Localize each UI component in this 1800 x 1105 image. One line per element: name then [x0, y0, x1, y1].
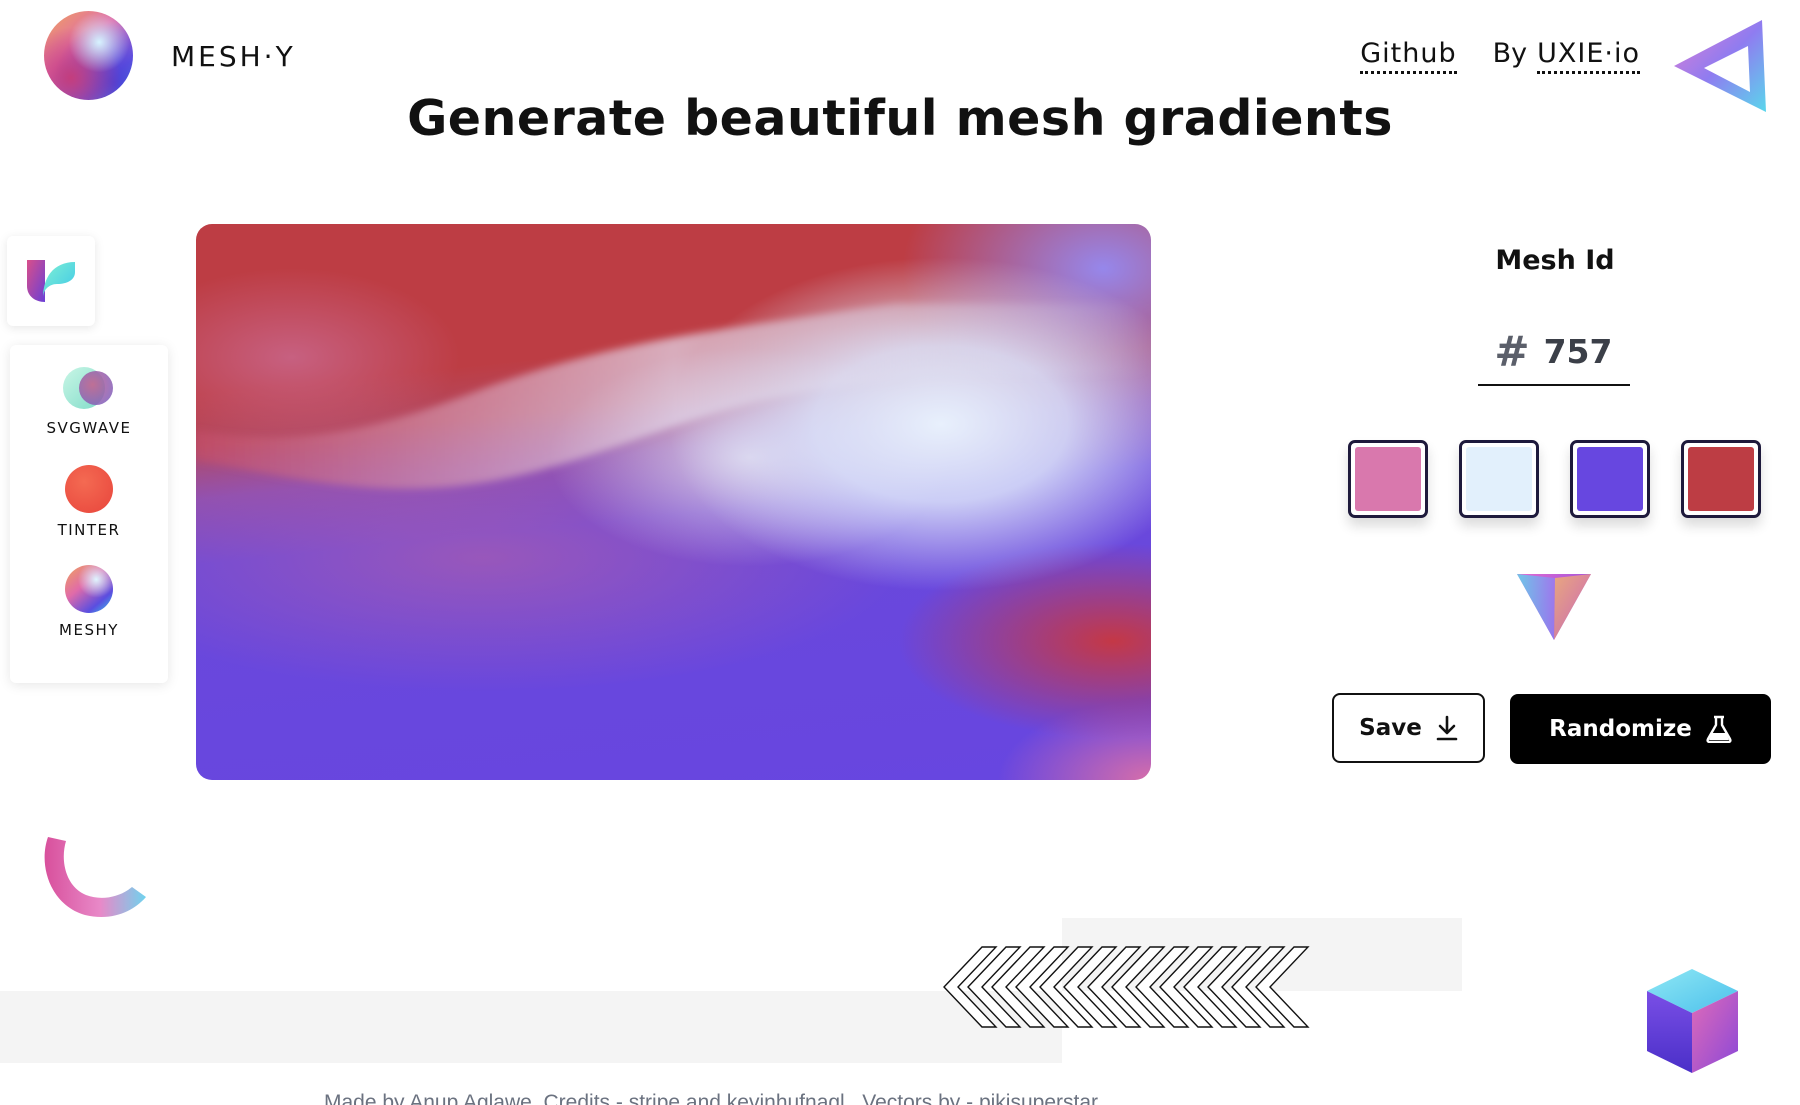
- svgwave-icon: [63, 365, 115, 411]
- footer-and: and: [685, 1091, 721, 1105]
- color-swatches: [1348, 440, 1761, 518]
- github-link[interactable]: Github: [1360, 38, 1457, 74]
- brand-name: MESH·Y: [171, 40, 296, 73]
- kevinhufnagl-link[interactable]: kevinhufnagl: [727, 1091, 845, 1105]
- flask-icon: [1706, 715, 1732, 743]
- swatch-fill-1: [1355, 447, 1421, 511]
- color-swatch-3[interactable]: [1570, 440, 1650, 518]
- menu-item-svgwave[interactable]: SVGWAVE: [10, 365, 168, 437]
- download-icon: [1436, 715, 1458, 741]
- swatch-fill-2: [1466, 447, 1532, 511]
- app-logo-icon: [27, 260, 75, 302]
- swatch-fill-4: [1688, 447, 1754, 511]
- save-label: Save: [1359, 715, 1422, 741]
- author-link[interactable]: Anup Aglawe: [409, 1091, 532, 1105]
- stripe-link[interactable]: stripe: [629, 1091, 680, 1105]
- mesh-id-input[interactable]: [1543, 331, 1614, 371]
- chevron-pattern-decoration: [943, 946, 1310, 1028]
- cube-decoration-icon: [1647, 969, 1738, 1073]
- app-switcher-tile[interactable]: [7, 236, 95, 326]
- mesh-id-field: #: [1478, 318, 1630, 386]
- save-button[interactable]: Save: [1332, 693, 1485, 763]
- meshy-logo[interactable]: [44, 11, 133, 100]
- color-swatch-4[interactable]: [1681, 440, 1761, 518]
- vectors-credit-link[interactable]: Vectors by - pikisuperstar: [862, 1091, 1098, 1105]
- menu-label-svgwave: SVGWAVE: [46, 419, 132, 437]
- footer-credits: . Credits -: [531, 1091, 623, 1105]
- by-prefix: By: [1492, 38, 1528, 69]
- color-swatch-2[interactable]: [1459, 440, 1539, 518]
- gem-decoration-icon: [1517, 574, 1591, 640]
- meshy-icon: [65, 565, 113, 613]
- page-headline: Generate beautiful mesh gradients: [407, 90, 1393, 147]
- app-menu: SVGWAVE TINTER MESHY: [10, 345, 168, 683]
- color-swatch-1[interactable]: [1348, 440, 1428, 518]
- decor-band-left: [0, 991, 1062, 1063]
- mesh-id-label: Mesh Id: [1495, 245, 1615, 276]
- mesh-wave-overlay: [196, 304, 1151, 489]
- arc-decoration-icon: [44, 837, 147, 917]
- footer-made-by: Made by: [324, 1091, 405, 1105]
- randomize-label: Randomize: [1549, 716, 1692, 742]
- menu-item-tinter[interactable]: TINTER: [10, 465, 168, 539]
- footer: Made by Anup Aglawe. Credits - stripe an…: [324, 1091, 1098, 1105]
- swatch-fill-3: [1577, 447, 1643, 511]
- hash-icon: #: [1494, 326, 1530, 376]
- tinter-icon: [65, 465, 113, 513]
- menu-label-tinter: TINTER: [57, 521, 121, 539]
- mesh-gradient-preview: [196, 224, 1151, 780]
- top-nav: Github By UXIE·io: [1360, 38, 1640, 74]
- menu-item-meshy[interactable]: MESHY: [10, 565, 168, 639]
- randomize-button[interactable]: Randomize: [1510, 694, 1771, 764]
- by-credit: By UXIE·io: [1493, 38, 1640, 74]
- menu-label-meshy: MESHY: [59, 621, 119, 639]
- footer-separator: .: [850, 1091, 857, 1105]
- uxie-link[interactable]: UXIE·io: [1537, 38, 1640, 74]
